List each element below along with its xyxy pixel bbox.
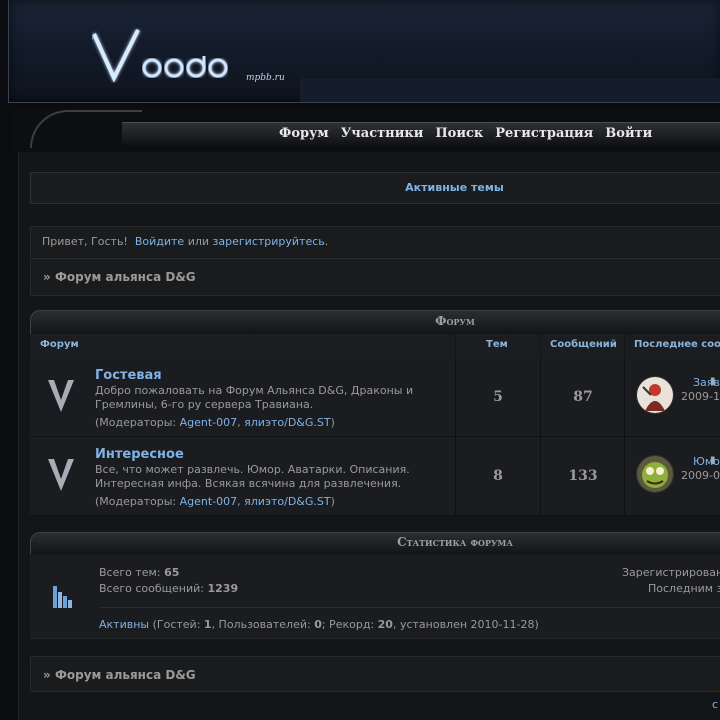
moderator-link[interactable]: Agent-007 xyxy=(180,495,238,508)
greeting-dot: . xyxy=(324,235,329,248)
forum-topic-count: 5 xyxy=(493,389,503,405)
forum-title-interesting[interactable]: Интересное xyxy=(95,447,184,462)
total-posts-label: Всего сообщений: xyxy=(99,582,204,595)
greeting-box: Привет, Гость! Войдите или зарегистрируй… xyxy=(30,226,720,257)
active-users-link[interactable]: Активны xyxy=(99,618,149,631)
total-topics-value: 65 xyxy=(164,566,180,579)
voodoo-logo[interactable] xyxy=(92,28,242,88)
main-nav: Форум Участники Поиск Регистрация Войти xyxy=(279,126,652,141)
total-posts-value: 1239 xyxy=(207,582,239,595)
col-head-topics: Тем xyxy=(486,339,508,350)
footer-link[interactable]: с xyxy=(712,698,718,711)
mods-end: ) xyxy=(330,495,335,508)
record-value: 20 xyxy=(377,618,393,631)
breadcrumb-arrow: » xyxy=(43,668,51,682)
breadcrumb-link[interactable]: Форум альянса D&G xyxy=(55,270,196,284)
col-head-forum-cell: Форум xyxy=(30,334,455,359)
record-date: , установлен 2010-11-28) xyxy=(392,618,539,631)
active-topics-bar: Активные темы xyxy=(30,172,720,204)
stat-registered: Зарегистрирован xyxy=(622,566,720,579)
breadcrumb-text: » Форум альянса D&G xyxy=(43,668,196,682)
forum-description: Добро пожаловать на Форум Альянса D&G, Д… xyxy=(95,384,414,411)
forum-v-icon xyxy=(48,459,74,491)
mods-label: (Модераторы: xyxy=(95,495,177,508)
stat-total-posts: Всего сообщений: 1239 xyxy=(99,582,238,595)
stat-last-user: Последним з xyxy=(648,582,720,595)
stats-title: Статистика форума xyxy=(397,535,513,549)
stat-active-users: Активны (Гостей: 1, Пользователей: 0; Ре… xyxy=(99,618,539,631)
breadcrumb-bottom: » Форум альянса D&G xyxy=(30,656,720,692)
last-post-date: 2009-0 xyxy=(681,469,720,482)
guests-value: 1 xyxy=(203,618,212,631)
mods-end: ) xyxy=(330,416,335,429)
user-avatar[interactable] xyxy=(636,455,674,493)
col-head-last-cell: Последнее соо xyxy=(625,334,720,359)
users-label: , Пользователей: xyxy=(211,618,311,631)
moderator-link[interactable]: ялиэто/D&G.ST xyxy=(244,495,330,508)
category-header xyxy=(30,310,720,335)
moderator-link[interactable]: ялиэто/D&G.ST xyxy=(244,416,330,429)
col-head-posts-cell: Сообщений xyxy=(541,334,624,359)
forum-post-count: 133 xyxy=(568,468,598,484)
total-topics-label: Всего тем: xyxy=(99,566,161,579)
forum-v-icon xyxy=(48,380,74,412)
col-head-forum: Форум xyxy=(40,339,79,350)
last-post-link[interactable]: Юмо xyxy=(693,455,720,468)
login-link[interactable]: Войдите xyxy=(135,235,184,248)
users-value: 0 xyxy=(314,618,322,631)
forum-row[interactable]: Гостевая Добро пожаловать на Форум Альян… xyxy=(30,358,720,437)
col-head-last-post: Последнее соо xyxy=(634,339,720,350)
forum-title-guestbook[interactable]: Гостевая xyxy=(95,368,162,383)
category-title: Форум xyxy=(435,314,475,328)
record-label: ; Рекорд: xyxy=(321,618,375,631)
stat-total-topics: Всего тем: 65 xyxy=(99,566,179,579)
active-topics-link[interactable]: Активные темы xyxy=(31,181,720,194)
forum-moderators: (Модераторы: Agent-007, ялиэто/D&G.ST) xyxy=(95,416,335,429)
nav-register[interactable]: Регистрация xyxy=(495,126,593,141)
breadcrumb-arrow: » xyxy=(43,270,51,284)
stats-divider xyxy=(99,607,720,608)
last-post-link[interactable]: Заяв xyxy=(693,376,720,389)
col-head-topics-cell: Тем xyxy=(456,334,540,359)
forum-description: Все, что может развлечь. Юмор. Аватарки.… xyxy=(95,463,410,490)
header-band xyxy=(300,78,720,102)
col-head-posts: Сообщений xyxy=(550,339,617,350)
nav-search[interactable]: Поиск xyxy=(435,126,483,141)
guests-label: (Гостей: xyxy=(152,618,201,631)
breadcrumb-link[interactable]: Форум альянса D&G xyxy=(55,668,196,682)
forum-post-count: 87 xyxy=(573,389,593,405)
site-header: mpbb.ru xyxy=(0,0,720,108)
greeting-prefix: Привет, Гость! xyxy=(42,235,128,248)
breadcrumb: » Форум альянса D&G xyxy=(30,258,720,296)
nav-forum[interactable]: Форум xyxy=(279,126,329,141)
stats-header xyxy=(30,532,720,555)
forum-topic-count: 8 xyxy=(493,468,503,484)
forum-row[interactable]: Интересное Все, что может развлечь. Юмор… xyxy=(30,437,720,516)
nav-members[interactable]: Участники xyxy=(341,126,424,141)
nav-login[interactable]: Войти xyxy=(605,126,652,141)
register-link[interactable]: зарегистрируйтесь xyxy=(213,235,325,248)
moderator-link[interactable]: Agent-007 xyxy=(180,416,238,429)
last-post-date: 2009-1 xyxy=(681,390,720,403)
greeting-text: Привет, Гость! Войдите или зарегистрируй… xyxy=(42,235,328,248)
greeting-or: или xyxy=(187,235,210,248)
forum-moderators: (Модераторы: Agent-007, ялиэто/D&G.ST) xyxy=(95,495,335,508)
logo-subtitle: mpbb.ru xyxy=(246,73,285,83)
mods-label: (Модераторы: xyxy=(95,416,177,429)
user-avatar[interactable] xyxy=(636,376,674,414)
stats-chart-icon xyxy=(53,586,72,608)
breadcrumb-text: » Форум альянса D&G xyxy=(43,270,196,284)
